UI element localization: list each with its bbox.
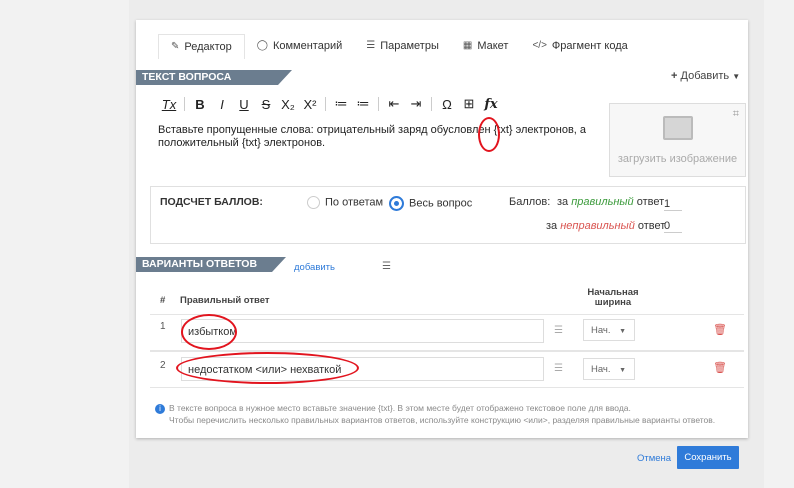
image-upload-label: загрузить изображение (617, 153, 738, 165)
radio-off (307, 196, 320, 209)
tab-label: Фрагмент кода (551, 40, 628, 52)
cancel-button[interactable]: Отмена (637, 453, 671, 464)
bold-icon[interactable]: B (189, 97, 211, 112)
incorrect-word: неправильный (560, 220, 635, 232)
table-icon[interactable]: ⊞ (458, 96, 480, 112)
answers-section-title: ВАРИАНТЫ ОТВЕТОВ (136, 257, 286, 272)
italic-icon[interactable]: I (211, 97, 233, 112)
tab-parameters[interactable]: ☰ Параметры (354, 34, 451, 58)
correct-points-input[interactable]: 1 (664, 198, 682, 211)
crop-icon[interactable]: ⌗ (733, 108, 739, 121)
annotation-circle (176, 352, 359, 384)
row-number: 2 (160, 360, 166, 371)
for-word: за (546, 220, 558, 232)
tab-label: Комментарий (272, 40, 343, 52)
layout-icon: ▦ (462, 40, 473, 51)
radio-by-answers[interactable]: По ответам (307, 196, 383, 209)
plus-icon: + (671, 70, 678, 82)
add-label: Добавить (680, 70, 730, 82)
scoring-panel (150, 186, 746, 244)
radio-on (389, 196, 404, 211)
drag-handle-icon[interactable]: ☰ (554, 363, 563, 374)
indent-icon[interactable]: ⇥ (405, 96, 427, 112)
save-button[interactable]: Сохранить (677, 446, 739, 469)
tab-bar: ✎ Редактор ◯ Комментарий ☰ Параметры ▦ Макет… (158, 34, 640, 59)
toolbar-divider (184, 97, 185, 111)
toolbar-divider (378, 97, 379, 111)
answer-word: ответ (637, 220, 666, 232)
correct-points-label: за правильный ответ (557, 196, 664, 208)
column-correct-answer: Правильный ответ (180, 295, 270, 306)
special-char-icon[interactable]: Ω (436, 97, 458, 112)
radio-label: По ответам (325, 196, 384, 209)
formula-icon[interactable]: fx (480, 97, 502, 112)
info-line-1: В тексте вопроса в нужное место вставьте… (169, 403, 631, 413)
incorrect-points-label: за неправильный ответ (546, 220, 665, 232)
radio-whole-question[interactable]: Весь вопрос (389, 196, 472, 211)
tab-label: Редактор (184, 41, 232, 53)
sliders-icon: ☰ (366, 40, 376, 51)
column-number: # (160, 295, 166, 306)
info-line-2: Чтобы перечислить несколько правильных в… (169, 415, 716, 425)
code-icon: </> (532, 40, 547, 51)
list-icon[interactable]: ☰ (382, 261, 391, 272)
toolbar-divider (431, 97, 432, 111)
toolbar-divider (325, 97, 326, 111)
trash-icon[interactable]: 🗑 (713, 323, 727, 336)
caret-down-icon: ▼ (619, 328, 627, 335)
tab-layout[interactable]: ▦ Макет (451, 34, 521, 58)
annotation-circle (181, 314, 237, 350)
add-dropdown-button[interactable]: + Добавить ▼ (671, 70, 740, 82)
tab-code-fragment[interactable]: </> Фрагмент кода (520, 34, 639, 58)
for-word: за (557, 196, 569, 208)
question-section-title: ТЕКСТ ВОПРОСА (136, 70, 292, 85)
points-label: Баллов: (509, 196, 551, 208)
image-icon (663, 116, 693, 140)
drag-handle-icon[interactable]: ☰ (554, 325, 563, 336)
column-initial-width: Начальная ширина (587, 287, 639, 308)
add-answer-link[interactable]: добавить (294, 262, 335, 273)
editor-toolbar: Tx B I U S X₂ X² ≔ ≔ ⇤ ⇥ Ω ⊞ fx (158, 96, 502, 112)
row-number: 1 (160, 321, 166, 332)
width-select[interactable]: Нач. ▼ (583, 358, 635, 380)
clear-format-icon[interactable]: Tx (158, 97, 180, 112)
tab-comment[interactable]: ◯ Комментарий (245, 34, 355, 58)
answer-word: ответ (636, 196, 665, 208)
strikethrough-icon[interactable]: S (255, 97, 277, 112)
info-icon: i (155, 404, 165, 414)
incorrect-points-input[interactable]: 0 (664, 220, 682, 233)
tab-label: Макет (477, 40, 509, 52)
subscript-icon[interactable]: X₂ (277, 97, 299, 112)
scoring-title: ПОДСЧЕТ БАЛЛОВ: (160, 196, 263, 208)
width-value: Нач. (591, 364, 611, 375)
outdent-icon[interactable]: ⇤ (383, 96, 405, 112)
tab-label: Параметры (380, 40, 439, 52)
pencil-icon: ✎ (171, 41, 180, 52)
comment-icon: ◯ (256, 40, 268, 51)
caret-down-icon: ▼ (619, 367, 627, 374)
tab-editor[interactable]: ✎ Редактор (158, 34, 245, 59)
radio-label: Весь вопрос (409, 197, 473, 210)
info-note: i В тексте вопроса в нужное место вставьт… (155, 402, 745, 426)
superscript-icon[interactable]: X² (299, 97, 321, 112)
annotation-circle (478, 117, 500, 152)
correct-word: правильный (571, 196, 634, 208)
caret-down-icon: ▼ (732, 72, 741, 81)
numbered-list-icon[interactable]: ≔ (330, 96, 352, 112)
trash-icon[interactable]: 🗑 (713, 361, 727, 374)
underline-icon[interactable]: U (233, 97, 255, 112)
image-upload-box[interactable]: ⌗ загрузить изображение (609, 103, 746, 177)
question-text[interactable]: Вставьте пропущенные слова: отрицательны… (158, 124, 588, 150)
bullet-list-icon[interactable]: ≔ (352, 96, 374, 112)
width-select[interactable]: Нач. ▼ (583, 319, 635, 341)
width-value: Нач. (591, 325, 611, 336)
